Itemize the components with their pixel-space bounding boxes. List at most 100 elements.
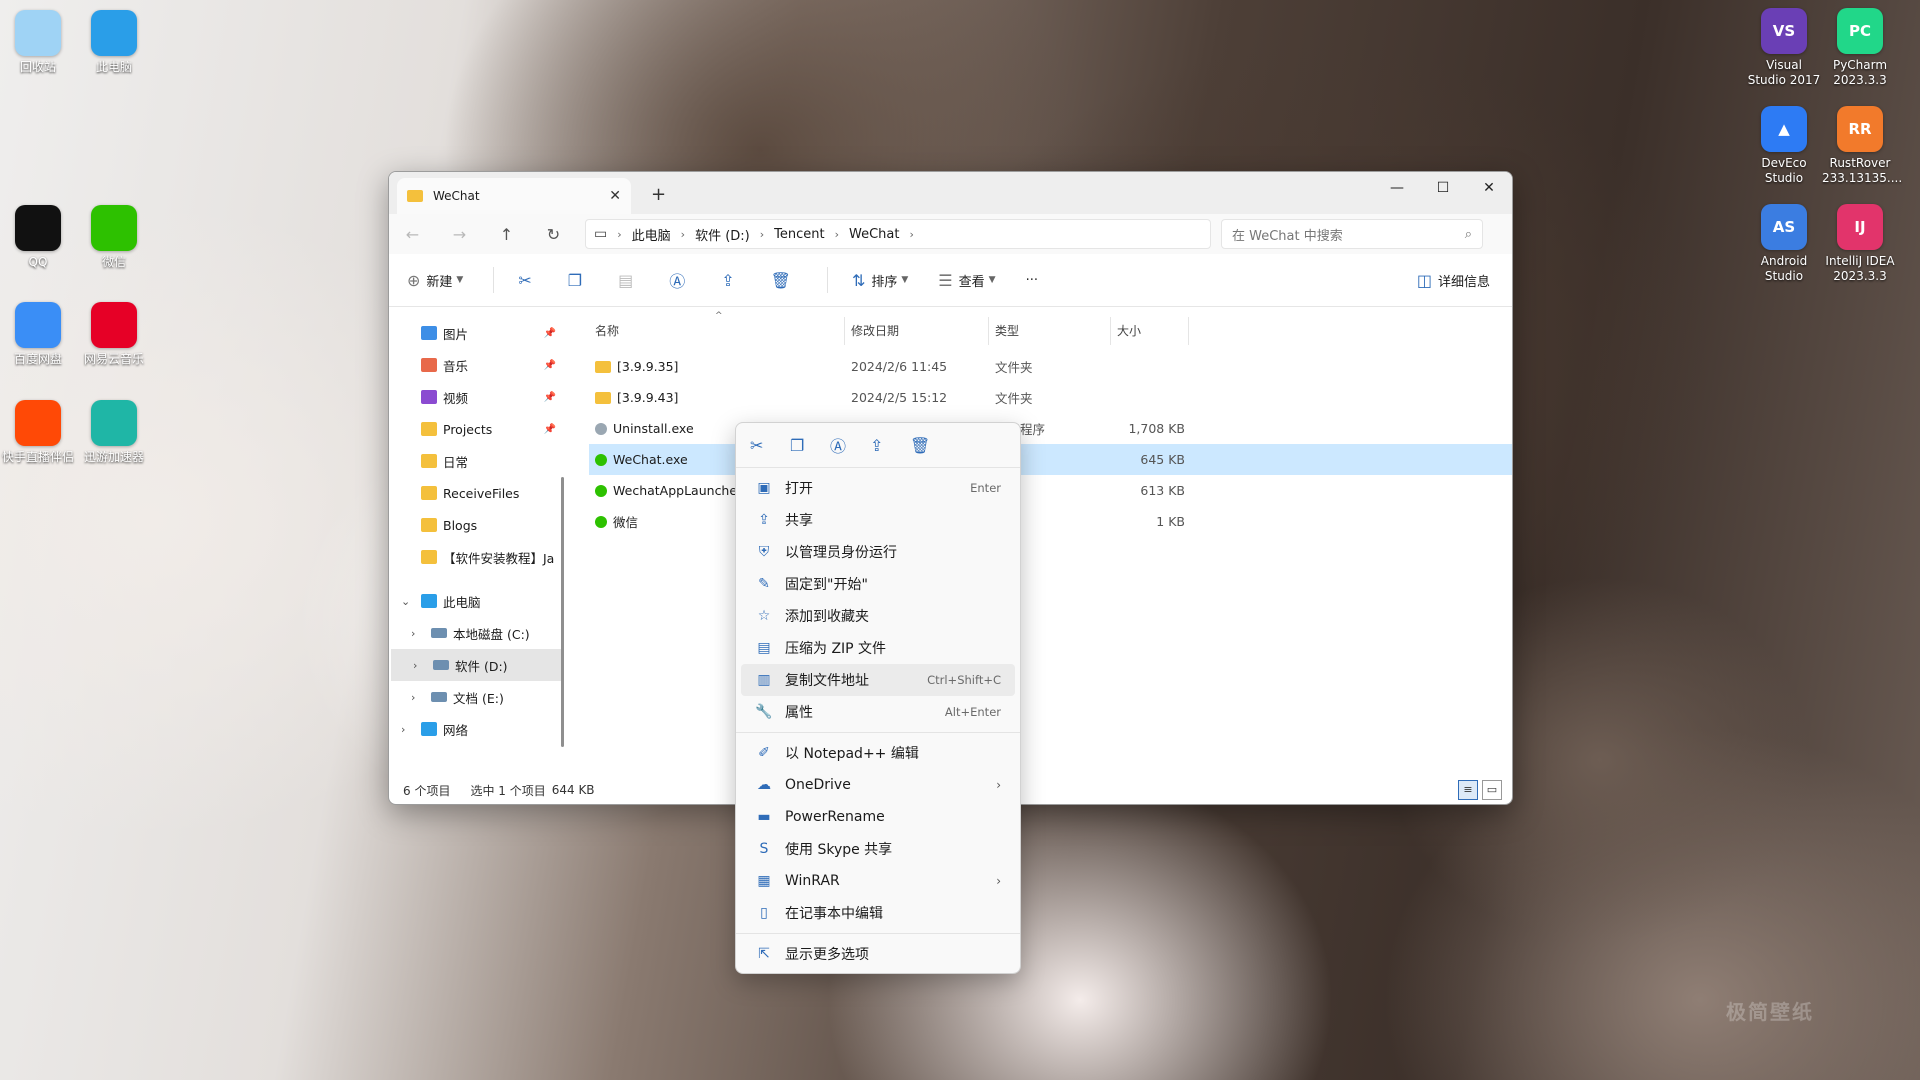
desktop-shortcut[interactable]: 百度网盘 — [0, 302, 76, 367]
column-name[interactable]: 名称 — [589, 317, 845, 345]
context-menu-item[interactable]: ⇱ 显示更多选项 — [741, 938, 1015, 970]
column-size[interactable]: 大小 — [1111, 317, 1189, 345]
file-row[interactable]: WechatAppLauncher.程序613 KB — [589, 475, 1512, 506]
context-menu-item[interactable]: ✎ 固定到"开始" — [741, 568, 1015, 600]
tab-wechat[interactable]: WeChat ✕ — [397, 178, 631, 214]
desktop-shortcut[interactable]: 迅游加速器 — [76, 400, 152, 465]
sidebar-item[interactable]: 【软件安装教程】Ja — [389, 541, 564, 573]
view-button[interactable]: ☰ 查看 ▼ — [938, 271, 995, 290]
context-menu-item[interactable]: ▥ 复制文件地址 Ctrl+Shift+C — [741, 664, 1015, 696]
close-tab-icon[interactable]: ✕ — [609, 188, 621, 204]
forward-arrow-icon[interactable]: → — [436, 225, 483, 244]
sort-button[interactable]: ⇅ 排序 ▼ — [852, 271, 908, 290]
desktop-shortcut[interactable]: IJ IntelliJ IDEA 2023.3.3 — [1822, 204, 1898, 284]
address-bar[interactable]: ▭ › 此电脑 › 软件 (D:) › Tencent › WeChat › — [585, 219, 1211, 249]
sidebar-item[interactable]: 音乐 📌 — [389, 349, 564, 381]
context-menu-item[interactable]: ▯ 在记事本中编辑 — [741, 897, 1015, 929]
details-pane-button[interactable]: ◫ 详细信息 — [1417, 271, 1490, 290]
list-view-icon: ☰ — [938, 270, 953, 290]
cut-icon[interactable]: ✂ — [750, 436, 790, 455]
sidebar-item-network[interactable]: › 网络 — [389, 713, 564, 745]
new-tab-button[interactable]: + — [651, 184, 666, 205]
cut-button[interactable]: ✂ — [518, 271, 537, 290]
navigation-pane: 图片 📌 音乐 📌 视频 📌 Projects 📌 日常 ReceiveFiles Blogs 【软件… — [389, 317, 564, 776]
maximize-button[interactable]: ☐ — [1420, 172, 1466, 204]
delete-icon[interactable]: 🗑 — [910, 436, 950, 455]
minimize-button[interactable]: — — [1374, 172, 1420, 204]
sidebar-item[interactable]: 图片 📌 — [389, 317, 564, 349]
context-menu-item[interactable]: ▤ 压缩为 ZIP 文件 — [741, 632, 1015, 664]
column-date[interactable]: 修改日期 — [845, 317, 989, 345]
paste-button[interactable]: ▤ — [618, 271, 639, 290]
desktop-shortcut[interactable]: PC PyCharm 2023.3.3 — [1822, 8, 1898, 88]
file-row[interactable]: [3.9.9.43] 2024/2/5 15:12 文件夹 — [589, 382, 1512, 413]
sidebar-item-drive[interactable]: › 软件 (D:) — [391, 649, 562, 681]
sidebar-item-drive[interactable]: › 本地磁盘 (C:) — [389, 617, 564, 649]
chevron-right-icon[interactable]: › — [411, 627, 415, 640]
context-menu-item[interactable]: ▦ WinRAR › — [741, 865, 1015, 897]
share-button[interactable]: ⇪ — [721, 271, 740, 290]
details-view-icon[interactable]: ≡ — [1458, 780, 1478, 800]
delete-button[interactable]: 🗑 — [771, 271, 797, 290]
context-menu-item[interactable]: 🔧 属性 Alt+Enter — [741, 696, 1015, 728]
sidebar-item[interactable]: Projects 📌 — [389, 413, 564, 445]
search-box[interactable]: 在 WeChat 中搜索 ⌕ — [1221, 219, 1483, 249]
desktop-shortcut[interactable]: 网易云音乐 — [76, 302, 152, 367]
refresh-icon[interactable]: ↻ — [530, 225, 577, 244]
copy-icon[interactable]: ❐ — [790, 436, 830, 455]
up-arrow-icon[interactable]: ↑ — [483, 225, 530, 244]
pin-icon: ✎ — [758, 576, 770, 592]
sidebar-item[interactable]: Blogs — [389, 509, 564, 541]
back-arrow-icon[interactable]: ← — [389, 225, 436, 244]
sidebar-item-this-pc[interactable]: ⌄ 此电脑 — [389, 585, 564, 617]
file-row[interactable]: [3.9.9.35] 2024/2/6 11:45 文件夹 — [589, 351, 1512, 382]
column-type[interactable]: 类型 — [989, 317, 1111, 345]
chevron-right-icon[interactable]: › — [413, 659, 417, 672]
sidebar-item[interactable]: ReceiveFiles — [389, 477, 564, 509]
desktop-shortcut[interactable]: QQ — [0, 205, 76, 270]
rename-button[interactable]: Ⓐ — [669, 268, 691, 292]
context-menu-item[interactable]: ▣ 打开 Enter — [741, 472, 1015, 504]
more-button[interactable]: ··· — [1026, 273, 1038, 288]
new-button[interactable]: ⊕ 新建 ▼ — [407, 271, 463, 290]
search-input[interactable]: 在 WeChat 中搜索 — [1232, 225, 1465, 244]
file-row[interactable]: Uninstall.exe2023/11/28 11:24应用程序1,708 K… — [589, 413, 1512, 444]
desktop-shortcut[interactable]: AS Android Studio — [1746, 204, 1822, 284]
chevron-right-icon: › — [680, 227, 686, 241]
context-menu-item[interactable]: ⛨ 以管理员身份运行 — [741, 536, 1015, 568]
copy-button[interactable]: ❐ — [568, 271, 588, 290]
breadcrumb-this-pc[interactable]: 此电脑 — [632, 225, 671, 244]
sidebar-scrollbar[interactable] — [561, 477, 564, 747]
sidebar-item[interactable]: 日常 — [389, 445, 564, 477]
context-menu-item[interactable]: ▬ PowerRename — [741, 801, 1015, 833]
drive-icon — [431, 692, 447, 702]
share-icon[interactable]: ⇪ — [870, 436, 910, 455]
breadcrumb-wechat[interactable]: WeChat — [849, 227, 899, 242]
context-menu-item[interactable]: ☆ 添加到收藏夹 — [741, 600, 1015, 632]
desktop-shortcut[interactable]: 此电脑 — [76, 10, 152, 75]
breadcrumb-tencent[interactable]: Tencent — [774, 227, 824, 242]
desktop-shortcut[interactable]: 快手直播伴侣 — [0, 400, 76, 465]
desktop-shortcut[interactable]: 回收站 — [0, 10, 76, 75]
breadcrumb-drive-d[interactable]: 软件 (D:) — [695, 225, 750, 244]
close-window-button[interactable]: ✕ — [1466, 172, 1512, 204]
computer-icon — [421, 594, 437, 608]
context-menu-item[interactable]: S 使用 Skype 共享 — [741, 833, 1015, 865]
context-menu-item[interactable]: ☁ OneDrive › — [741, 769, 1015, 801]
file-row[interactable]: 微信方式1 KB — [589, 506, 1512, 537]
sidebar-item[interactable]: 视频 📌 — [389, 381, 564, 413]
sidebar-item-drive[interactable]: › 文档 (E:) — [389, 681, 564, 713]
context-menu-item[interactable]: ⇪ 共享 — [741, 504, 1015, 536]
chevron-right-icon[interactable]: › — [411, 691, 415, 704]
desktop-shortcut[interactable]: ▲ DevEco Studio — [1746, 106, 1822, 186]
tiles-view-icon[interactable]: ▭ — [1482, 780, 1502, 800]
pin-icon: 📌 — [543, 423, 556, 435]
rename-icon[interactable]: Ⓐ — [830, 433, 870, 457]
chevron-right-icon[interactable]: › — [401, 723, 405, 736]
desktop-shortcut[interactable]: 微信 — [76, 205, 152, 270]
file-row[interactable]: WeChat.exe程序645 KB — [589, 444, 1512, 475]
context-menu-item[interactable]: ✐ 以 Notepad++ 编辑 — [741, 737, 1015, 769]
desktop-shortcut[interactable]: RR RustRover 233.13135.... — [1822, 106, 1902, 186]
desktop-shortcut[interactable]: VS Visual Studio 2017 — [1746, 8, 1822, 88]
chevron-down-icon[interactable]: ⌄ — [401, 595, 410, 608]
